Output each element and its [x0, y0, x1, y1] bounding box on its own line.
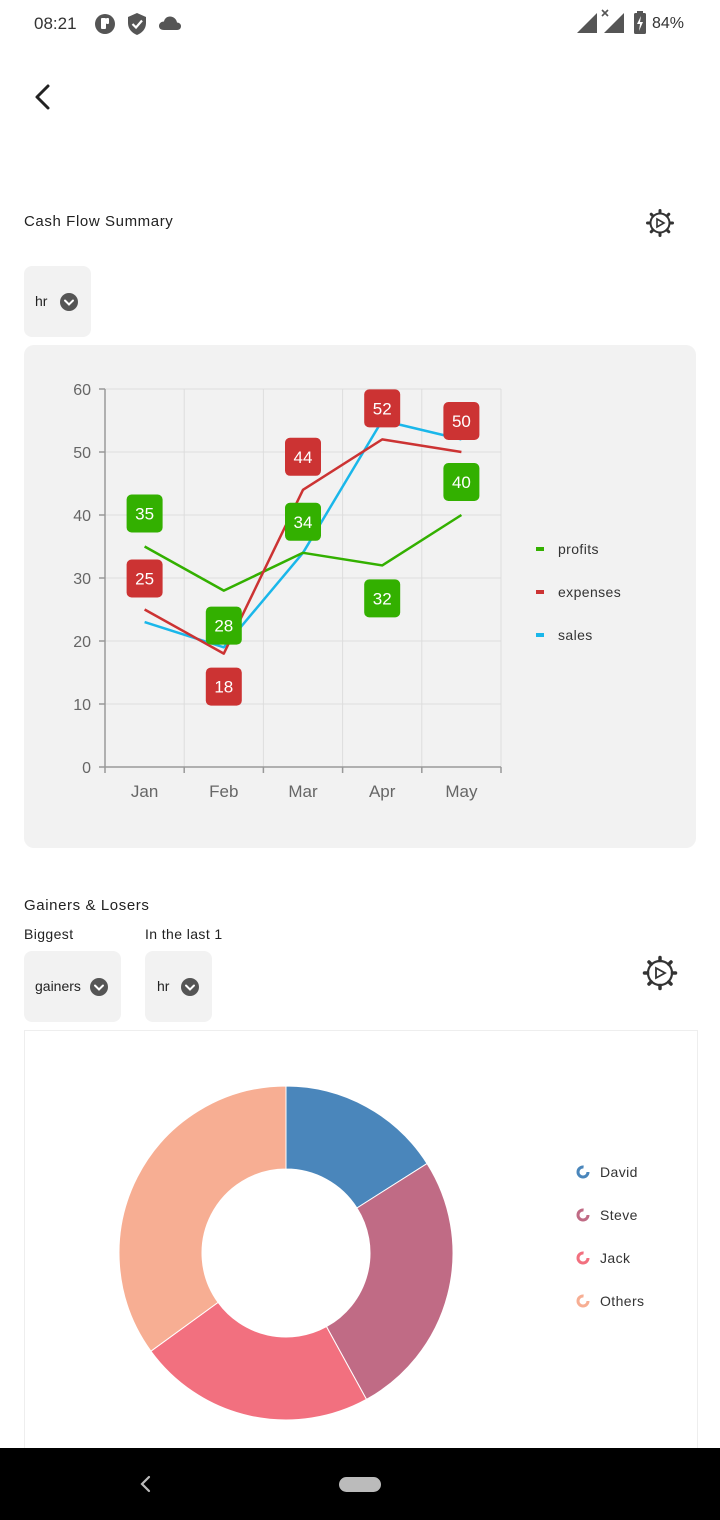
gainers-period-value: hr — [157, 978, 170, 994]
status-time: 08:21 — [34, 14, 77, 33]
y-tick-label: 20 — [73, 634, 91, 651]
legend-ring — [576, 1165, 590, 1179]
legend-swatch-sales — [536, 633, 544, 637]
gainers-chart-card: David Steve Jack Others — [24, 1030, 698, 1461]
in-the-last-label: In the last 1 — [145, 926, 223, 942]
gainers-donut-chart: David Steve Jack Others — [118, 1085, 644, 1421]
data-label-expenses: 44 — [285, 437, 321, 476]
data-label-text: 32 — [373, 589, 392, 608]
nav-home-pill[interactable] — [339, 1477, 381, 1492]
cashflow-line-chart: 0 10 20 30 40 50 60 Jan Feb Mar Apr May 25 18 44 52 50 35… — [73, 382, 621, 801]
data-label-expenses: 18 — [205, 667, 242, 706]
legend-icon-steve — [576, 1208, 590, 1222]
navigation-bar — [0, 1448, 720, 1520]
data-label-text: 28 — [214, 617, 233, 636]
chevron-down-icon — [60, 293, 78, 311]
gainers-settings-button[interactable] — [642, 955, 678, 991]
signal-no-data-icon — [601, 9, 624, 33]
back-arrow-icon — [35, 84, 50, 110]
signal-icon — [577, 13, 597, 33]
data-label-profits: 34 — [285, 502, 321, 541]
cashflow-settings-button[interactable] — [645, 208, 675, 238]
data-label-text: 34 — [294, 513, 313, 532]
data-label-text: 40 — [452, 473, 471, 492]
data-label-profits: 35 — [126, 494, 163, 533]
gainers-type-value: gainers — [35, 978, 81, 994]
y-tick-label: 10 — [73, 697, 91, 714]
shield-icon — [128, 13, 146, 35]
legend-ring — [576, 1208, 590, 1222]
legend-icon-others — [576, 1294, 590, 1308]
y-tick-label: 40 — [73, 508, 91, 525]
legend-label-jack: Jack — [600, 1250, 631, 1266]
data-label-text: 44 — [294, 448, 313, 467]
data-label-expenses: 50 — [443, 402, 480, 440]
legend-swatch-profits — [536, 547, 544, 551]
gear-icon — [646, 209, 674, 237]
legend-label-others: Others — [600, 1293, 644, 1309]
gear-icon — [642, 955, 678, 991]
data-label-text: 50 — [452, 412, 471, 431]
back-button[interactable] — [26, 80, 60, 114]
legend-label-profits: profits — [558, 541, 599, 557]
legend-label-steve: Steve — [600, 1207, 638, 1223]
cashflow-chart-card: 0 10 20 30 40 50 60 Jan Feb Mar Apr May 25 18 44 52 50 35… — [24, 345, 696, 848]
biggest-label: Biggest — [24, 926, 74, 942]
app-notification-icon — [95, 14, 115, 34]
gainers-period-dropdown[interactable]: hr — [145, 951, 212, 1022]
y-tick-label: 50 — [73, 445, 91, 462]
data-label-profits: 32 — [364, 579, 401, 618]
cloud-icon — [159, 16, 181, 30]
chevron-down-icon — [181, 978, 199, 996]
gainers-type-dropdown[interactable]: gainers — [24, 951, 121, 1022]
nav-back-icon[interactable] — [136, 1474, 156, 1494]
legend-icon-david — [576, 1165, 590, 1179]
y-tick-label: 60 — [73, 382, 91, 399]
data-label-profits: 40 — [443, 463, 480, 501]
data-label-text: 25 — [135, 570, 154, 589]
pie-slice-others — [118, 1085, 287, 1352]
cashflow-period-dropdown[interactable]: hr — [24, 266, 91, 337]
x-tick-label: Jan — [131, 782, 158, 801]
legend-label-david: David — [600, 1164, 638, 1180]
legend-icon-jack — [576, 1251, 590, 1265]
legend-swatch-expenses — [536, 590, 544, 594]
cashflow-title: Cash Flow Summary — [24, 213, 174, 230]
legend-label-expenses: expenses — [558, 584, 621, 600]
data-label-text: 18 — [214, 678, 233, 697]
battery-charging-icon — [634, 11, 646, 34]
legend-label-sales: sales — [558, 627, 593, 643]
data-label-text: 52 — [373, 399, 392, 418]
chevron-down-icon — [90, 978, 108, 996]
y-tick-label: 30 — [73, 571, 91, 588]
x-tick-label: Apr — [369, 782, 396, 801]
data-label-expenses: 52 — [364, 389, 401, 428]
gainers-title: Gainers & Losers — [24, 897, 150, 914]
x-tick-label: May — [445, 782, 478, 801]
data-label-profits: 28 — [205, 606, 242, 645]
data-label-text: 35 — [135, 505, 154, 524]
cashflow-period-value: hr — [35, 293, 48, 309]
data-label-expenses: 25 — [126, 559, 163, 598]
legend-ring — [576, 1251, 590, 1265]
legend-ring — [576, 1294, 590, 1308]
x-tick-label: Mar — [288, 782, 318, 801]
y-tick-label: 0 — [82, 760, 91, 777]
x-tick-label: Feb — [209, 782, 238, 801]
battery-percentage: 84% — [652, 15, 685, 32]
status-bar: 08:21 84% — [0, 0, 720, 48]
